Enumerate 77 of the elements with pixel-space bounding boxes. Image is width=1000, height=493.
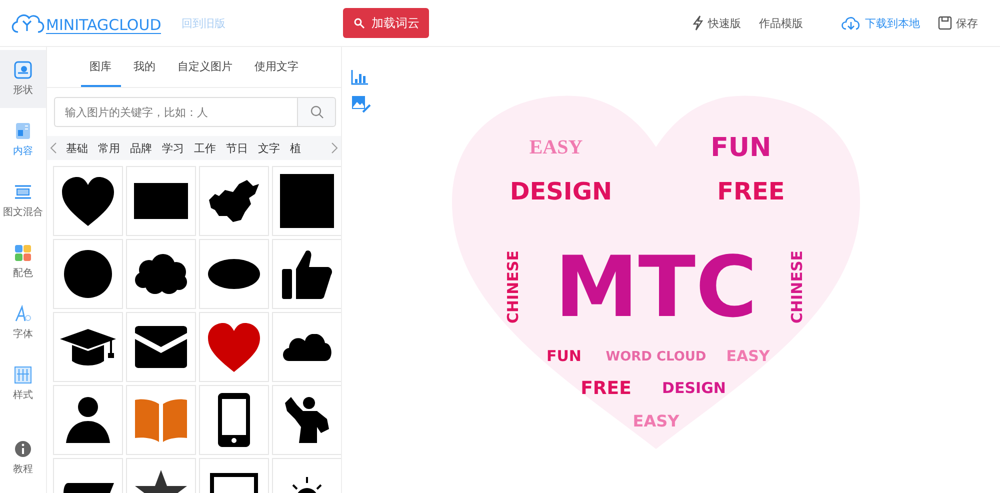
shape-tile[interactable] bbox=[53, 385, 123, 455]
shape-tile[interactable] bbox=[272, 239, 341, 309]
panel-tab[interactable]: 使用文字 bbox=[246, 47, 308, 87]
shape-tile[interactable] bbox=[126, 166, 196, 236]
search-field[interactable]: 输入图片的关键字，比如：人 bbox=[54, 97, 297, 127]
panel-tab[interactable]: 自定义图片 bbox=[168, 47, 242, 87]
sidebar-label: 图文混合 bbox=[3, 206, 43, 219]
sidebar-label: 教程 bbox=[13, 463, 33, 476]
content-icon bbox=[14, 122, 32, 140]
category-tab[interactable]: 节日 bbox=[226, 140, 248, 156]
panel-tab[interactable]: 图库 bbox=[80, 47, 120, 87]
panel-tab[interactable]: 我的 bbox=[124, 47, 164, 87]
cloud-logo-icon bbox=[10, 12, 46, 34]
style-icon bbox=[14, 366, 32, 384]
chevron-right-icon[interactable] bbox=[330, 142, 338, 154]
sidebar-item[interactable]: 形状 bbox=[0, 50, 46, 108]
word-cloud-word: CHINESE bbox=[504, 250, 522, 324]
font-icon bbox=[14, 305, 32, 323]
word-cloud-word: FUN bbox=[710, 133, 771, 164]
category-tab[interactable]: 工作 bbox=[194, 140, 216, 156]
toolbar-button[interactable]: 保存 bbox=[938, 15, 978, 31]
shape-tile[interactable] bbox=[199, 166, 269, 236]
chevron-left-icon[interactable] bbox=[50, 142, 58, 154]
word-cloud-word: MTC bbox=[554, 238, 757, 336]
category-tab[interactable]: 学习 bbox=[162, 140, 184, 156]
sidebar-item[interactable]: 图文混合 bbox=[0, 172, 46, 230]
sidebar-item[interactable]: 字体 bbox=[0, 294, 46, 352]
word-cloud-word: FUN bbox=[546, 347, 581, 366]
mixed-icon bbox=[14, 183, 32, 201]
info-icon bbox=[14, 440, 32, 458]
search-button[interactable] bbox=[297, 97, 336, 127]
lightning-icon bbox=[692, 15, 704, 31]
word-cloud-word: EASY bbox=[632, 411, 679, 430]
category-tab[interactable]: 文字 bbox=[258, 140, 280, 156]
word-cloud-word: DESIGN bbox=[509, 178, 612, 206]
word-cloud-word: FREE bbox=[580, 378, 631, 399]
sidebar-item[interactable]: 配色 bbox=[0, 233, 46, 291]
category-tab[interactable]: 常用 bbox=[98, 140, 120, 156]
shape-tile[interactable] bbox=[126, 385, 196, 455]
word-cloud-word: WORD CLOUD bbox=[605, 350, 706, 365]
shape-tile[interactable] bbox=[272, 385, 341, 455]
toolbar-button[interactable]: 快速版 bbox=[692, 15, 741, 31]
shape-tile[interactable] bbox=[199, 312, 269, 382]
load-wordcloud-button[interactable]: 加载词云 bbox=[343, 8, 430, 38]
word-cloud-word: CHINESE bbox=[788, 250, 806, 324]
shape-tile[interactable] bbox=[272, 312, 341, 382]
sidebar-label: 配色 bbox=[13, 267, 33, 280]
sidebar-label: 内容 bbox=[13, 144, 33, 158]
edit-image-icon[interactable] bbox=[351, 95, 371, 113]
shape-tile[interactable] bbox=[53, 312, 123, 382]
toolbar-button[interactable]: 作品模版 bbox=[759, 15, 803, 31]
shape-tile[interactable] bbox=[199, 239, 269, 309]
shape-tile[interactable] bbox=[53, 166, 123, 236]
word-cloud-word: EASY bbox=[528, 136, 582, 159]
shape-tile[interactable] bbox=[126, 239, 196, 309]
sidebar-label: 形状 bbox=[13, 84, 33, 97]
shape-tile[interactable] bbox=[126, 312, 196, 382]
cloud-download-icon bbox=[841, 16, 861, 30]
word-cloud-word: DESIGN bbox=[662, 379, 726, 398]
category-tab[interactable]: 基础 bbox=[66, 140, 88, 156]
save-icon bbox=[938, 16, 952, 30]
word-cloud-word: EASY bbox=[726, 347, 770, 366]
shape-tile[interactable] bbox=[199, 385, 269, 455]
sidebar-item[interactable]: 教程 bbox=[0, 429, 46, 487]
sidebar-item[interactable]: 样式 bbox=[0, 355, 46, 413]
shape-tile[interactable] bbox=[53, 239, 123, 309]
search-icon bbox=[310, 105, 324, 119]
sidebar-label: 字体 bbox=[13, 328, 33, 341]
shape-icon bbox=[14, 61, 32, 79]
logo-text: MINITAGCLOUD bbox=[46, 17, 162, 34]
category-tab[interactable]: 品牌 bbox=[130, 140, 152, 156]
shape-tile[interactable] bbox=[272, 166, 341, 236]
bar-chart-icon[interactable] bbox=[351, 69, 369, 85]
word-cloud-word: FREE bbox=[716, 178, 784, 206]
palette-icon bbox=[14, 244, 32, 262]
category-tab[interactable]: 植 bbox=[290, 140, 301, 156]
sidebar-label: 样式 bbox=[13, 388, 33, 402]
